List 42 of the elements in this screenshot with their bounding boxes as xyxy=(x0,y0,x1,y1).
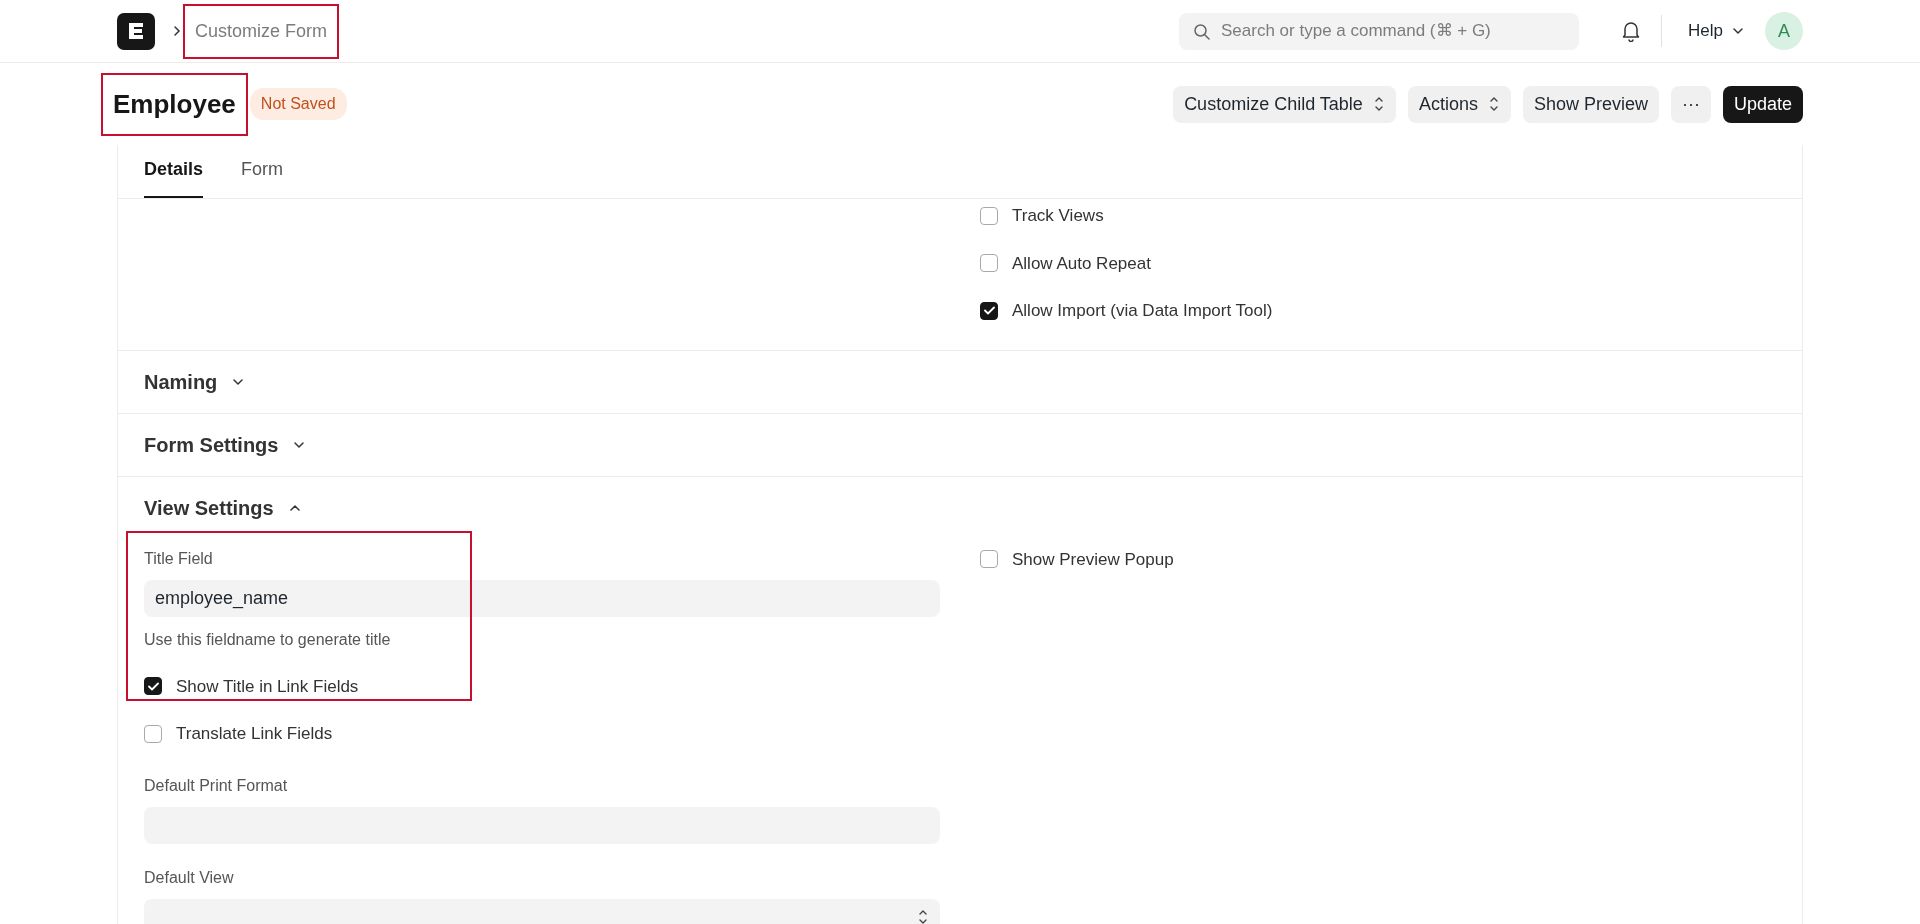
input-field[interactable]: employee_name xyxy=(144,579,940,617)
toolbar-button[interactable]: Show Preview xyxy=(1522,85,1659,123)
section-header[interactable]: View Settings xyxy=(118,476,1802,539)
checkbox-label: Translate Link Fields xyxy=(176,723,333,745)
input-field[interactable] xyxy=(144,898,940,924)
tab[interactable]: Details xyxy=(144,145,204,198)
dropdown-button[interactable]: Actions xyxy=(1407,85,1511,123)
checkbox[interactable] xyxy=(980,550,998,569)
page-title: Employee xyxy=(103,74,246,134)
check-icon xyxy=(147,681,159,691)
section-header[interactable]: Naming xyxy=(118,350,1802,413)
update-button[interactable]: Update xyxy=(1722,85,1803,123)
checkbox[interactable] xyxy=(144,724,162,743)
breadcrumb-link[interactable]: Customize Form xyxy=(185,5,338,57)
checkbox-label: Show Title in Link Fields xyxy=(176,675,359,698)
field-label: Default Print Format xyxy=(144,775,289,796)
checkbox-label: Show Preview Popup xyxy=(1012,548,1174,571)
toolbar-button[interactable]: ··· xyxy=(1670,85,1711,123)
help-text: Use this fieldname to generate title xyxy=(144,629,392,650)
checkbox-label: Allow Import (via Data Import Tool) xyxy=(1012,300,1273,322)
checkbox-label: Allow Auto Repeat xyxy=(1012,252,1151,275)
app-logo[interactable] xyxy=(117,12,155,50)
check-icon xyxy=(983,306,995,316)
help-menu-button[interactable]: Help xyxy=(1682,17,1751,45)
chevron-right-icon xyxy=(171,24,183,38)
logo-icon xyxy=(127,21,145,41)
dropdown-button[interactable]: Customize Child Table xyxy=(1173,85,1396,123)
field-label: Default View xyxy=(144,867,235,888)
checkbox[interactable] xyxy=(980,301,998,320)
checkbox[interactable] xyxy=(144,677,162,696)
section-header[interactable]: Form Settings xyxy=(118,413,1802,476)
checkbox[interactable] xyxy=(980,254,998,273)
bell-icon[interactable] xyxy=(1621,20,1642,42)
status-indicator: Not Saved xyxy=(249,88,347,120)
sort-caret-icon xyxy=(917,909,929,924)
tab[interactable]: Form xyxy=(241,145,284,198)
search-icon xyxy=(1193,22,1212,41)
field-label: Title Field xyxy=(144,548,214,569)
checkbox[interactable] xyxy=(980,206,998,225)
checkbox-label: Track Views xyxy=(1012,205,1104,227)
user-avatar[interactable]: A xyxy=(1765,12,1803,50)
search-field[interactable]: Search or type a command (⌘ + G) xyxy=(1179,12,1580,50)
